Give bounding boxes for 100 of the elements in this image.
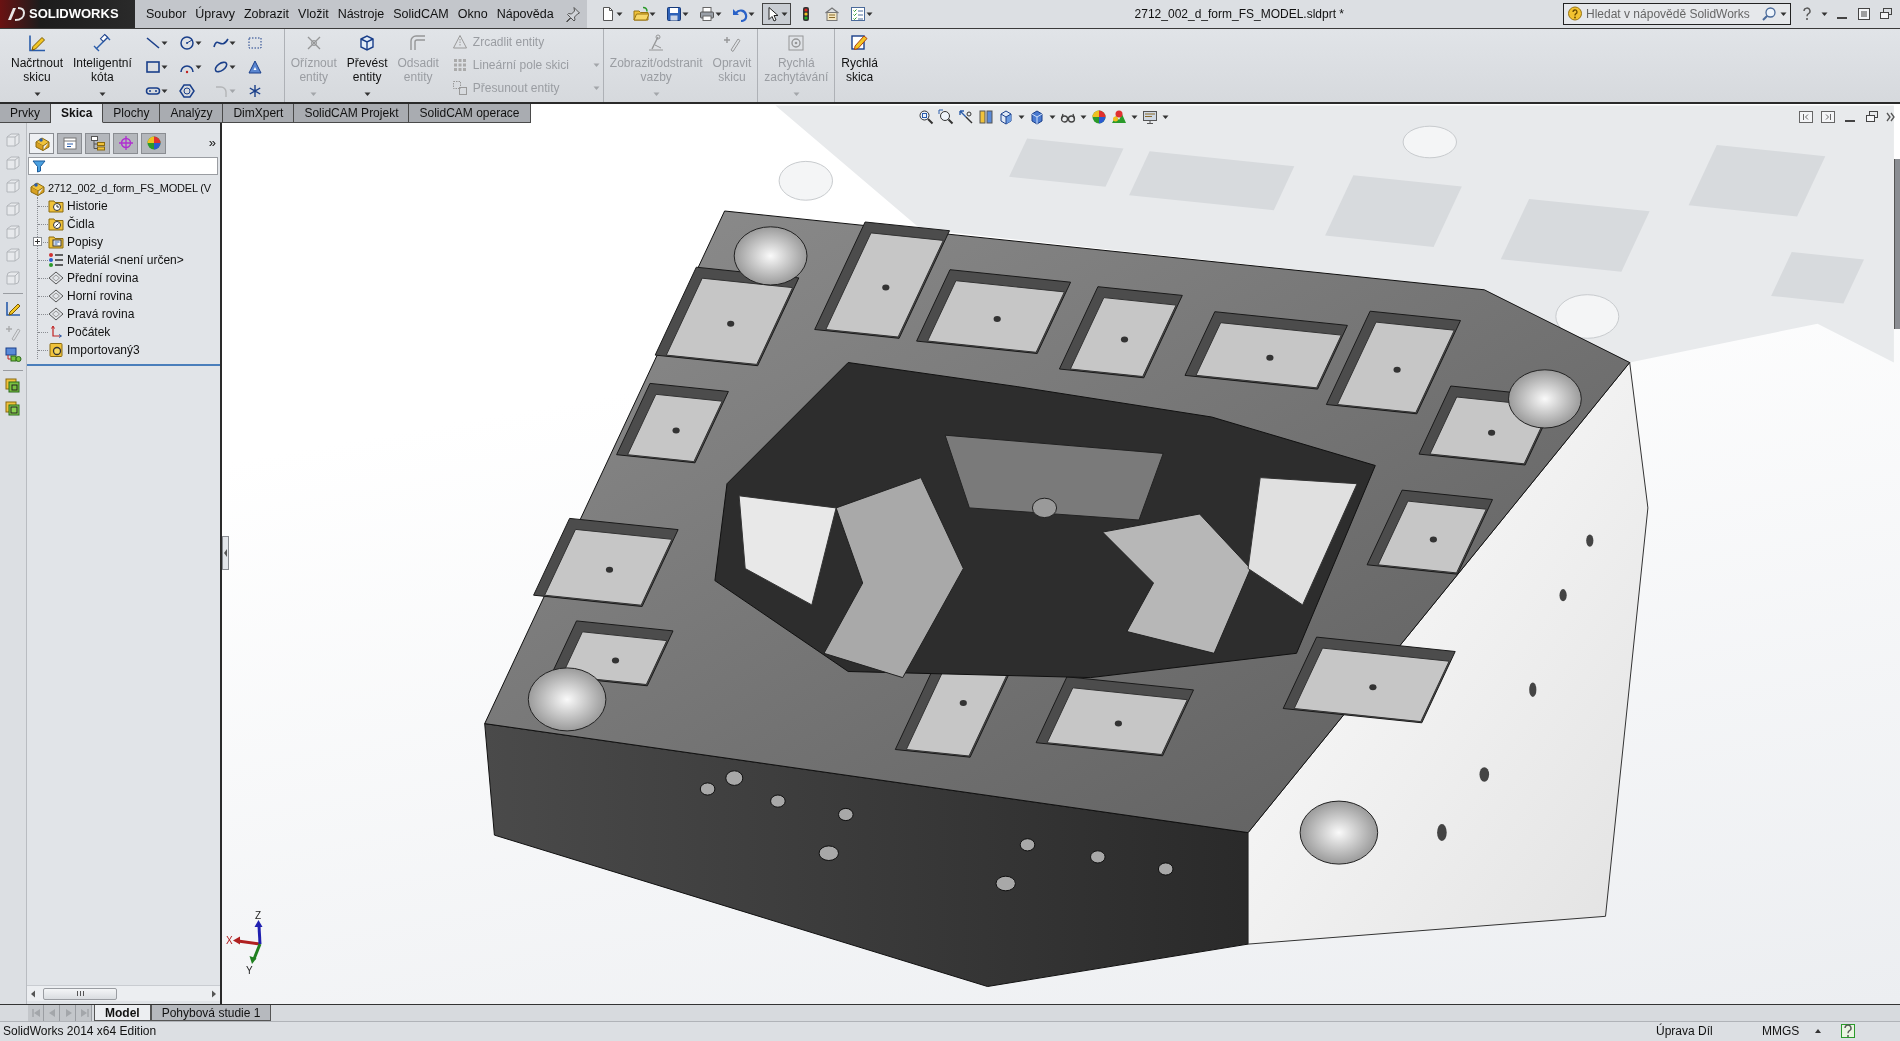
collapse-handle-icon[interactable] <box>222 536 229 570</box>
asterisk-icon[interactable] <box>246 83 263 100</box>
status-text: SolidWorks 2014 x64 Edition <box>2 1023 157 1040</box>
tree-item[interactable]: 2712_002_d_form_FS_MODEL (V <box>48 179 211 197</box>
page-pencil-icon <box>849 33 870 53</box>
panel-tab[interactable] <box>57 132 82 154</box>
zoom-area-icon[interactable] <box>938 109 954 125</box>
origin-icon <box>48 324 64 340</box>
tree-item[interactable]: Popisy <box>67 233 104 251</box>
toolbar-button[interactable] <box>761 3 791 25</box>
ribbon-button[interactable]: Převést entity <box>343 29 391 102</box>
landscape-icon[interactable] <box>1111 109 1127 125</box>
previous-view-icon[interactable] <box>958 109 974 125</box>
panel-tab[interactable] <box>85 132 110 154</box>
tree-item[interactable]: Přední rovina <box>67 269 139 287</box>
part-icon <box>33 135 50 151</box>
line-icon[interactable] <box>144 34 161 51</box>
tree-item[interactable]: Historie <box>67 197 108 215</box>
filled-triangle-icon[interactable] <box>246 58 263 75</box>
ribbon-button[interactable]: Rychlá skica <box>838 29 881 102</box>
more-tabs-button[interactable]: » <box>208 136 216 150</box>
tree-item[interactable]: Počátek <box>67 323 111 341</box>
blocks-icon[interactable] <box>4 346 22 364</box>
restore-icon[interactable] <box>1878 6 1894 22</box>
tree-item[interactable]: Pravá rovina <box>67 305 135 323</box>
menu-item[interactable]: Nápověda <box>494 4 556 24</box>
menu-item[interactable]: SolidCAM <box>391 4 451 24</box>
command-tab[interactable]: DimXpert <box>223 104 295 123</box>
menu-item[interactable]: Zobrazit <box>241 4 292 24</box>
search-icon[interactable] <box>1761 6 1777 22</box>
x-axis-label: X <box>226 935 233 946</box>
bottom-tab[interactable]: Pohybová studie 1 <box>150 1005 272 1021</box>
expand-icon[interactable] <box>33 237 42 246</box>
shaded-cube-icon[interactable] <box>1029 109 1045 125</box>
tree-item[interactable]: Importovaný3 <box>67 341 140 359</box>
restore-icon[interactable] <box>1864 109 1880 125</box>
ds-logo-icon <box>6 5 26 23</box>
z-axis-arrow <box>254 920 263 945</box>
folder-icon <box>632 6 649 22</box>
hexagon-icon[interactable] <box>178 83 195 100</box>
tile-left-icon[interactable] <box>1798 109 1814 125</box>
dotted-rectangle-icon[interactable] <box>246 34 263 51</box>
mold-part-drawing[interactable] <box>484 210 1649 987</box>
plane-icon <box>48 288 64 304</box>
menu-item[interactable]: Nástroje <box>335 4 387 24</box>
command-tab[interactable]: SolidCAM operace <box>409 104 531 123</box>
task-pane-handle[interactable] <box>1894 159 1900 329</box>
pin-icon[interactable] <box>564 6 581 22</box>
menu-item[interactable]: Soubor <box>144 4 189 24</box>
z-axis-label: Z <box>255 910 262 921</box>
undo-arrow-icon <box>731 6 748 22</box>
menu-item[interactable]: Úpravy <box>193 4 237 24</box>
columns-icon[interactable] <box>978 109 994 125</box>
color-ball-icon[interactable] <box>1091 109 1107 125</box>
rectangle-icon[interactable] <box>144 58 161 75</box>
command-tab[interactable]: SolidCAM Projekt <box>294 104 410 123</box>
scroll-right-icon[interactable] <box>210 988 218 999</box>
filter-field[interactable] <box>28 157 218 175</box>
triangle-icon <box>451 34 468 50</box>
dot-grid-icon <box>451 57 468 73</box>
question-bubble-icon <box>1567 6 1583 22</box>
panel-tab[interactable] <box>113 132 138 154</box>
y-axis-arrow <box>249 943 262 964</box>
circle-icon[interactable] <box>178 34 195 51</box>
ribbon-button[interactable]: Načrtnout skicu <box>8 29 67 102</box>
tree-item[interactable]: Čidla <box>67 215 95 233</box>
zoom-fit-icon[interactable] <box>918 109 934 125</box>
command-tab[interactable]: Analýzy <box>160 104 224 123</box>
layers-icon[interactable] <box>4 377 22 395</box>
units-button[interactable]: MMGS <box>1762 1022 1814 1040</box>
bottom-tab[interactable]: Model <box>94 1005 151 1021</box>
help-icon[interactable] <box>1840 1023 1856 1039</box>
tile-right-icon[interactable] <box>1820 109 1836 125</box>
horizontal-scrollbar[interactable] <box>27 985 220 1001</box>
history-folder-icon <box>48 198 64 214</box>
printer-icon <box>698 6 715 22</box>
tree-item[interactable]: Horní rovina <box>67 287 133 305</box>
panel-tab[interactable] <box>29 132 54 154</box>
scrollbar-thumb[interactable] <box>43 987 117 1000</box>
move-icon <box>451 80 468 96</box>
panel-tab[interactable] <box>141 132 166 154</box>
logo-text: SOLIDWORKS <box>29 5 119 24</box>
cube-icon[interactable] <box>998 109 1014 125</box>
command-tab[interactable]: Prvky <box>0 104 51 123</box>
monitor-icon[interactable] <box>1142 109 1158 125</box>
tree-item[interactable]: Materiál <není určen> <box>67 251 184 269</box>
sketch-pencil-icon[interactable] <box>4 300 22 318</box>
layers-icon[interactable] <box>4 400 22 418</box>
color-ball-icon <box>145 135 162 151</box>
menu-item[interactable]: Vložit <box>296 4 331 24</box>
ribbon-button[interactable]: Inteligentní kóta <box>70 29 135 102</box>
property-sheet-icon <box>61 135 78 151</box>
help-search-field[interactable]: Hledat v nápovědě SolidWorks <box>1563 3 1791 25</box>
menu-item[interactable]: Okno <box>455 4 490 24</box>
status-mode: Úprava Díl <box>1656 1022 1714 1040</box>
tile-icon[interactable] <box>1856 6 1872 22</box>
command-tab[interactable]: Plochy <box>103 104 161 123</box>
scroll-left-icon[interactable] <box>29 988 37 999</box>
sketch-pencil-icon <box>27 33 47 53</box>
filter-icon <box>32 159 46 173</box>
